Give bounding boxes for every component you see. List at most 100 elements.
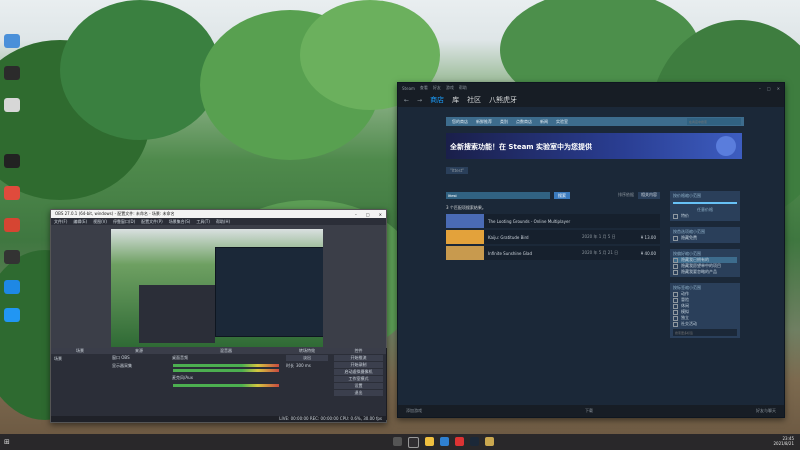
results-count: 3 个匹配项搜索结果。 (446, 205, 486, 210)
checkbox[interactable] (673, 263, 678, 269)
search-result-row[interactable]: Infinite Sunshine Glad 2020 年 5 月 21 日 ¥… (446, 246, 660, 260)
taskbar: ⊞ 23:45 2021/8/21 (0, 434, 800, 450)
obs-titlebar[interactable]: OBS 27.0.1 (64-bit, windows) - 配置文件: 未命名… (51, 210, 386, 218)
friends-chat-button[interactable]: 好友与聊天 (756, 408, 776, 414)
desktop-icon[interactable] (4, 250, 20, 264)
tab-store[interactable]: 商店 (430, 95, 444, 105)
checkbox[interactable] (673, 315, 678, 321)
filter-row[interactable]: 隐藏我要忽略的产品 (673, 269, 737, 275)
tab-profile[interactable]: 八熊虎牙 (489, 95, 517, 105)
banner-text: 全新搜索功能！在 Steam 实验室中为您提供 (450, 143, 593, 151)
steam-menu-help[interactable]: 帮助 (459, 85, 467, 91)
maximize-icon[interactable]: □ (366, 212, 370, 217)
close-icon[interactable]: ✕ (379, 212, 382, 217)
folder-icon[interactable] (424, 436, 434, 446)
menu-edit[interactable]: 编辑(E) (73, 219, 87, 225)
tag-filter: 按标签缩小范围 动作 冒险 休闲 模拟 独立 社交活动 (670, 283, 740, 338)
checkbox[interactable] (673, 297, 678, 303)
obs-preview[interactable] (51, 225, 386, 355)
source-item[interactable]: 窗口 OBS (109, 354, 169, 362)
search-icon[interactable] (392, 436, 402, 446)
maximize-icon[interactable]: □ (767, 86, 771, 91)
checkbox[interactable] (673, 309, 678, 315)
app-icon[interactable] (484, 436, 494, 446)
studio-mode-button[interactable]: 工作室模式 (334, 376, 383, 382)
menu-help[interactable]: 帮助(H) (216, 219, 230, 225)
filter-row[interactable]: 特价 (673, 213, 737, 219)
checkbox[interactable] (673, 213, 678, 219)
settings-button[interactable]: 设置 (334, 383, 383, 389)
close-icon[interactable]: ✕ (777, 86, 780, 91)
desktop-icon[interactable] (4, 154, 20, 168)
menu-file[interactable]: 文件(F) (54, 219, 67, 225)
tag-search-input[interactable] (673, 329, 737, 336)
tab-community[interactable]: 社区 (467, 95, 481, 105)
store-nav-item[interactable]: 实验室 (556, 119, 568, 125)
checkbox[interactable] (673, 257, 678, 263)
steam-menu-friends[interactable]: 好友 (433, 85, 441, 91)
start-streaming-button[interactable]: 开始推流 (334, 355, 383, 361)
steam-icon[interactable] (469, 436, 479, 446)
system-clock[interactable]: 23:45 2021/8/21 (773, 436, 794, 446)
downloads-button[interactable]: 下载 (585, 408, 593, 414)
tab-library[interactable]: 库 (452, 95, 459, 105)
filter-row[interactable]: 社交活动 (673, 321, 737, 327)
steam-menu-view[interactable]: 查看 (420, 85, 428, 91)
desktop-icon[interactable] (4, 66, 20, 80)
checkbox[interactable] (673, 269, 678, 275)
edge-icon[interactable] (4, 308, 20, 322)
virtual-camera-button[interactable]: 启动虚拟摄像机 (334, 369, 383, 375)
store-nav-item[interactable]: 点数商店 (516, 119, 532, 125)
desktop-icon[interactable] (4, 280, 20, 294)
scene-item[interactable]: 场景 (51, 354, 109, 364)
search-result-row[interactable]: The Looting Grounds - Online Multiplayer (446, 214, 660, 228)
minimize-icon[interactable]: – (355, 212, 357, 217)
clock-date: 2021/8/21 (773, 441, 794, 446)
sort-select[interactable]: 相关内容 (638, 192, 660, 199)
netease-music-icon[interactable] (454, 436, 464, 446)
back-icon[interactable]: ← (404, 97, 409, 104)
store-nav-bar: 您的商店 新鲜推荐 类别 点数商店 新闻 实验室 (446, 117, 744, 126)
store-nav-item[interactable]: 新闻 (540, 119, 548, 125)
price: ¥ 13.00 (640, 234, 656, 240)
store-nav-item[interactable]: 类别 (500, 119, 508, 125)
filter-row[interactable]: 隐藏免费 (673, 235, 737, 241)
price-slider[interactable] (673, 202, 737, 204)
menu-view[interactable]: 视图(V) (93, 219, 107, 225)
checkbox[interactable] (673, 291, 678, 297)
desktop-icon[interactable] (4, 98, 20, 112)
search-term-input[interactable] (446, 192, 550, 199)
store-nav-item[interactable]: 新鲜推荐 (476, 119, 492, 125)
filter-tag[interactable]: "Ittest" (446, 167, 469, 174)
search-button[interactable]: 搜索 (554, 192, 570, 199)
mixer-track-label: 桌面音频 (172, 355, 188, 360)
start-recording-button[interactable]: 开始录制 (334, 362, 383, 368)
windows-start-icon[interactable]: ⊞ (4, 438, 10, 446)
forward-icon[interactable]: → (417, 97, 422, 104)
menu-scene-collection[interactable]: 场景集合(S) (169, 219, 191, 225)
checkbox[interactable] (673, 321, 678, 327)
source-item[interactable]: 显示器采集 (109, 362, 169, 370)
edge-icon[interactable] (439, 436, 449, 446)
store-search-input[interactable] (687, 118, 741, 125)
transition-select[interactable]: 淡出 (286, 355, 328, 361)
steam-window: Steam 查看 好友 游戏 帮助 – □ ✕ ← → 商店 库 社区 八熊虎牙… (397, 82, 785, 418)
desktop-icon[interactable] (4, 218, 20, 232)
duration-input[interactable]: 300 ms (296, 363, 311, 369)
menu-profile[interactable]: 配置文件(P) (141, 219, 163, 225)
search-feature-banner[interactable]: 全新搜索功能！在 Steam 实验室中为您提供 (446, 133, 742, 159)
search-result-row[interactable]: Kaiju: Gratitude Bird 2020 年 1 月 5 日 ¥ 1… (446, 230, 660, 244)
add-game-button[interactable]: 添加游戏 (406, 408, 422, 414)
minimize-icon[interactable]: – (759, 86, 761, 91)
checkbox[interactable] (673, 303, 678, 309)
exit-button[interactable]: 退出 (334, 390, 383, 396)
chrome-icon[interactable] (4, 186, 20, 200)
steam-menu-steam[interactable]: Steam (402, 86, 415, 91)
menu-tools[interactable]: 工具(T) (196, 219, 210, 225)
menu-docks[interactable]: 停靠窗口(D) (113, 219, 135, 225)
store-nav-item[interactable]: 您的商店 (452, 119, 468, 125)
obs-icon[interactable] (407, 436, 419, 448)
checkbox[interactable] (673, 235, 678, 241)
desktop-icon[interactable] (4, 34, 20, 48)
steam-menu-games[interactable]: 游戏 (446, 85, 454, 91)
